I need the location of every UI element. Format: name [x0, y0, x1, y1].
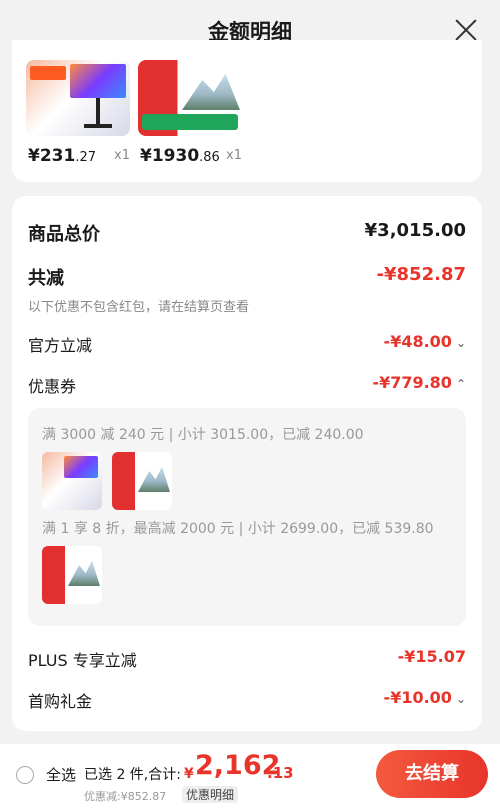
row-plus-discount: PLUS 专享立减 -¥15.07 — [28, 647, 466, 671]
product-qty: x1 — [226, 148, 242, 163]
row-official-discount[interactable]: 官方立减 -¥48.00 ⌄ — [28, 332, 466, 356]
total-currency: ¥ — [184, 766, 194, 782]
goods-total-label: 商品总价 — [28, 224, 100, 245]
promo-badge — [30, 66, 66, 80]
chevron-down-icon[interactable]: ⌄ — [456, 692, 466, 706]
product-image-projector[interactable] — [26, 60, 130, 136]
mountain-graphic — [138, 466, 170, 492]
first-purchase-label: 首购礼金 — [28, 692, 93, 711]
discount-detail-link[interactable]: 优惠明细 — [182, 786, 239, 803]
plus-discount-value: -¥15.07 — [397, 647, 466, 666]
total-decimal: .13 — [267, 764, 294, 782]
plus-discount-label: PLUS 专享立减 — [28, 651, 137, 670]
coupon-product-image — [42, 452, 102, 510]
coupon-label: 优惠券 — [28, 377, 77, 396]
coupon-product-image — [42, 546, 102, 604]
row-goods-total: 商品总价 ¥3,015.00 — [28, 220, 466, 245]
first-purchase-value: -¥10.00 ⌄ — [383, 688, 466, 707]
tv-screen-graphic — [70, 64, 126, 98]
chevron-down-icon[interactable]: ⌄ — [456, 336, 466, 350]
tv-legs-graphic — [84, 124, 112, 128]
checkout-button[interactable]: 去结算 — [376, 750, 488, 798]
total-reduction-value: -¥852.87 — [376, 264, 466, 285]
chevron-up-icon[interactable]: ⌃ — [456, 377, 466, 391]
promo-badge — [142, 114, 238, 130]
checkout-bar: 全选 已选 2 件,合计: ¥ 2,162 .13 优惠减:¥852.87 优惠… — [0, 744, 500, 811]
mountain-graphic — [182, 74, 240, 110]
coupon-rule: 满 3000 减 240 元 | 小计 3015.00，已减 240.00 — [42, 427, 364, 443]
row-first-purchase[interactable]: 首购礼金 -¥10.00 ⌄ — [28, 688, 466, 712]
row-total-reduction: 共减 -¥852.87 — [28, 264, 466, 289]
official-discount-label: 官方立减 — [28, 336, 93, 355]
close-icon[interactable] — [454, 18, 478, 42]
official-discount-value: -¥48.00 ⌄ — [383, 332, 466, 351]
product-price: ¥1930.86 — [140, 146, 220, 166]
product-image-tv[interactable] — [138, 60, 242, 136]
product-qty: x1 — [114, 148, 130, 163]
coupon-value: -¥779.80 ⌃ — [372, 373, 466, 392]
coupon-rule: 满 1 享 8 折，最高减 2000 元 | 小计 2699.00，已减 539… — [42, 521, 434, 537]
total-reduction-label: 共减 — [28, 268, 64, 289]
row-coupon[interactable]: 优惠券 -¥779.80 ⌃ — [28, 373, 466, 397]
select-all-radio[interactable] — [16, 766, 34, 784]
coupon-detail-box: 满 3000 减 240 元 | 小计 3015.00，已减 240.00 满 … — [28, 408, 466, 626]
mountain-graphic — [68, 560, 100, 586]
goods-total-value: ¥3,015.00 — [364, 220, 466, 241]
product-price: ¥231.27 — [28, 146, 97, 166]
tv-screen-graphic — [64, 456, 98, 478]
coupon-product-image — [112, 452, 172, 510]
discount-summary: 优惠减:¥852.87 — [84, 790, 167, 803]
amount-detail-sheet: 金额明细 ¥231.27 x1 ¥1930.86 x1 商品总价 ¥3,015.… — [0, 0, 500, 811]
selection-summary: 已选 2 件,合计: — [84, 767, 181, 783]
reduction-note: 以下优惠不包含红包，请在结算页查看 — [28, 300, 250, 315]
select-all-label[interactable]: 全选 — [46, 764, 76, 785]
price-detail-card: 商品总价 ¥3,015.00 共减 -¥852.87 以下优惠不包含红包，请在结… — [12, 196, 482, 731]
